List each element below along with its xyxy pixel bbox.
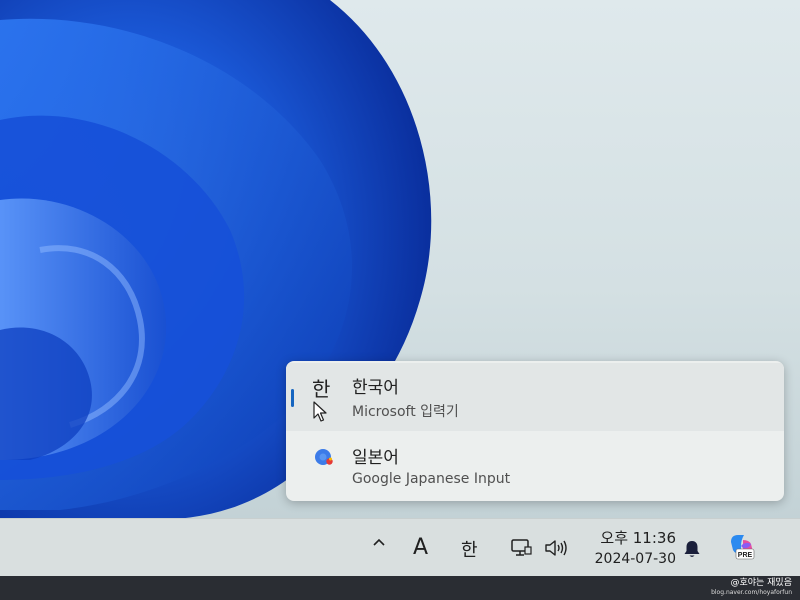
ime-language-indicator[interactable]: 한 [461,536,478,562]
mouse-cursor-icon [313,401,327,422]
google-ime-icon [315,449,333,465]
ime-option-subtitle: Google Japanese Input [352,471,511,487]
clock-date: 2024-07-30 [594,551,676,567]
copilot-icon[interactable]: PRE [727,532,757,562]
ime-mode-indicator[interactable]: A [413,535,428,560]
watermark-name: @호야는 재밌음 [730,578,792,588]
notification-bell-icon[interactable] [683,539,701,559]
selection-indicator [291,389,294,407]
input-method-menu: 한 한국어 Microsoft 입력기 일본어 Google Japanese … [286,361,784,501]
volume-icon[interactable] [544,540,568,556]
korean-ime-glyph: 한 [312,377,331,401]
taskbar: A 한 오후 11:36 2024-07-30 PRE [0,518,800,577]
taskbar-clock[interactable]: 오후 11:36 2024-07-30 [584,527,676,567]
ime-option-japanese[interactable]: 일본어 Google Japanese Input [286,433,784,501]
watermark-url: blog.naver.com/hoyaforfun [711,589,792,596]
ime-option-korean[interactable]: 한 한국어 Microsoft 입력기 [286,363,784,431]
svg-text:PRE: PRE [738,552,753,559]
ime-option-subtitle: Microsoft 입력기 [352,404,459,420]
photo-bottom-strip: @호야는 재밌음 blog.naver.com/hoyaforfun [0,576,800,600]
ime-option-title: 한국어 [352,378,399,398]
clock-time: 오후 11:36 [600,529,676,547]
ime-option-title: 일본어 [352,448,399,468]
network-icon[interactable] [510,538,532,558]
watermark: @호야는 재밌음 blog.naver.com/hoyaforfun [711,578,792,598]
show-hidden-icons-chevron-icon[interactable] [371,535,387,551]
